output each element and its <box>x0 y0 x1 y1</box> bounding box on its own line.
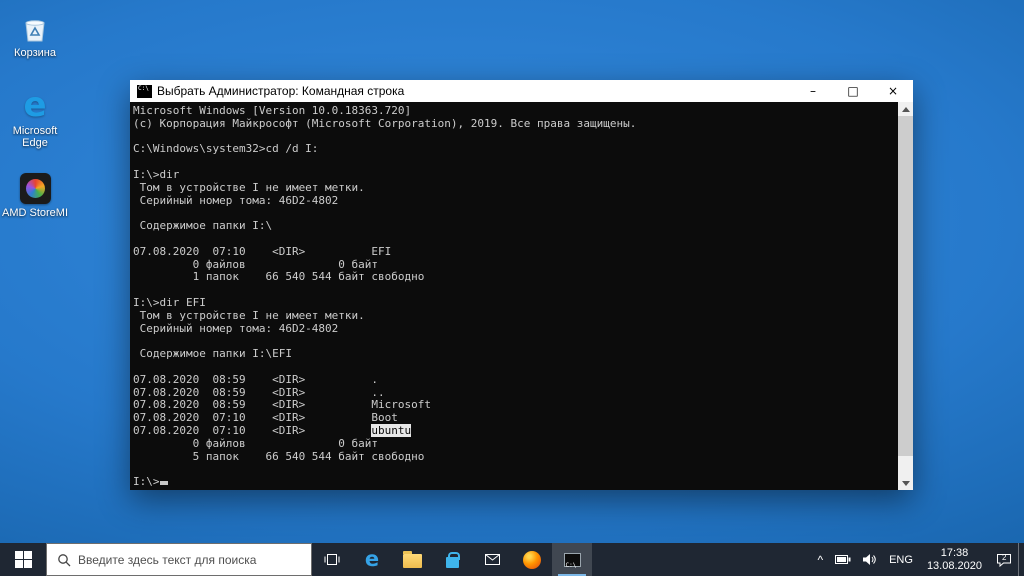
cmd-titlebar[interactable]: C:\ Выбрать Администратор: Командная стр… <box>130 80 913 102</box>
taskbar-search[interactable] <box>46 543 312 576</box>
terminal-output[interactable]: Microsoft Windows [Version 10.0.18363.72… <box>130 102 898 490</box>
mail-icon <box>485 554 500 565</box>
volume-button[interactable] <box>857 543 883 576</box>
maximize-button[interactable]: □ <box>833 80 873 102</box>
edge-icon: e <box>365 549 379 570</box>
cmd-icon-glyph: C:\ <box>137 85 149 98</box>
desktop-icon-label: Microsoft Edge <box>2 125 68 149</box>
clock[interactable]: 17:38 13.08.2020 <box>919 543 990 576</box>
taskbar-browser-button[interactable] <box>512 543 552 576</box>
scroll-up-arrow-icon[interactable] <box>898 102 913 116</box>
taskbar-edge-button[interactable]: e <box>352 543 392 576</box>
show-desktop-button[interactable] <box>1018 543 1024 576</box>
minimize-button[interactable]: – <box>793 80 833 102</box>
terminal-line: I:\>dir EFI <box>133 297 898 310</box>
desktop-icon-amd-storemi[interactable]: AMD StoreMI <box>2 168 68 219</box>
terminal-line: 07.08.2020 08:59 <DIR> . <box>133 374 898 387</box>
notification-badge: 2 <box>1002 553 1006 562</box>
task-view-button[interactable] <box>312 543 352 576</box>
terminal-line: Microsoft Windows [Version 10.0.18363.72… <box>133 105 898 118</box>
taskbar-store-button[interactable] <box>432 543 472 576</box>
browser-icon <box>523 551 541 569</box>
terminal-cursor <box>160 481 168 485</box>
terminal-line: C:\Windows\system32>cd /d I: <box>133 143 898 156</box>
terminal-line: Том в устройстве I не имеет метки. <box>133 310 898 323</box>
search-icon <box>57 553 71 567</box>
terminal-line: I:\>dir <box>133 169 898 182</box>
taskbar-icons: e C:\ <box>312 543 592 576</box>
scrollbar-thumb[interactable] <box>898 116 913 456</box>
windows-logo-icon <box>15 551 32 568</box>
battery-icon <box>835 555 851 564</box>
terminal-line: 07.08.2020 07:10 <DIR> EFI <box>133 246 898 259</box>
cmd-icon-glyph: C:\ <box>565 562 577 569</box>
terminal-line <box>133 156 898 169</box>
terminal-line <box>133 463 898 476</box>
terminal-line: 07.08.2020 07:10 <DIR> ubuntu <box>133 425 898 438</box>
folder-icon <box>403 554 422 568</box>
terminal-line: 1 папок 66 540 544 байт свободно <box>133 271 898 284</box>
terminal-line: Содержимое папки I:\EFI <box>133 348 898 361</box>
edge-glyph: e <box>23 88 46 122</box>
terminal-line: 0 файлов 0 байт <box>133 438 898 451</box>
task-view-icon <box>324 553 340 566</box>
cmd-icon: C:\ <box>137 85 152 98</box>
cmd-icon: C:\ <box>564 553 581 567</box>
store-bag-icon <box>446 557 459 568</box>
hidden-icons-chevron[interactable]: ^ <box>811 543 829 576</box>
selected-text: ubuntu <box>371 424 411 437</box>
terminal-line: Том в устройстве I не имеет метки. <box>133 182 898 195</box>
terminal-line: (c) Корпорация Майкрософт (Microsoft Cor… <box>133 118 898 131</box>
speaker-icon <box>863 554 877 565</box>
terminal-line <box>133 284 898 297</box>
terminal-line: Серийный номер тома: 46D2-4802 <box>133 195 898 208</box>
language-indicator[interactable]: ENG <box>883 543 919 576</box>
search-input[interactable] <box>78 553 311 567</box>
desktop-icon-recycle-bin[interactable]: Корзина <box>2 8 68 59</box>
desktop-icon-label: AMD StoreMI <box>2 207 68 219</box>
recycle-bin-icon <box>2 8 68 44</box>
amd-storemi-icon <box>2 168 68 204</box>
action-center-button[interactable]: 2 <box>990 543 1018 576</box>
taskbar-cmd-button[interactable]: C:\ <box>552 543 592 576</box>
terminal-line <box>133 233 898 246</box>
terminal-line: Содержимое папки I:\ <box>133 220 898 233</box>
terminal-line: 5 папок 66 540 544 байт свободно <box>133 451 898 464</box>
terminal-line: Серийный номер тома: 46D2-4802 <box>133 323 898 336</box>
desktop-icon-microsoft-edge[interactable]: e Microsoft Edge <box>2 86 68 149</box>
scroll-down-arrow-icon[interactable] <box>898 476 913 490</box>
terminal-line <box>133 361 898 374</box>
edge-icon: e <box>2 86 68 122</box>
close-button[interactable]: × <box>873 80 913 102</box>
system-tray: ^ ENG 17:38 13.08.2020 <box>811 543 1024 576</box>
clock-date: 13.08.2020 <box>927 560 982 573</box>
battery-button[interactable] <box>829 543 857 576</box>
window-title: Выбрать Администратор: Командная строка <box>157 84 793 98</box>
scrollbar[interactable] <box>898 102 913 490</box>
taskbar-file-explorer-button[interactable] <box>392 543 432 576</box>
start-button[interactable] <box>0 543 46 576</box>
taskbar: e C:\ ^ <box>0 543 1024 576</box>
desktop-icon-label: Корзина <box>2 47 68 59</box>
desktop: Корзина e Microsoft Edge AMD StoreMI C:\… <box>0 0 1024 576</box>
cmd-window: C:\ Выбрать Администратор: Командная стр… <box>130 80 913 490</box>
terminal-line: I:\> <box>133 476 898 489</box>
taskbar-mail-button[interactable] <box>472 543 512 576</box>
clock-time: 17:38 <box>941 547 969 560</box>
